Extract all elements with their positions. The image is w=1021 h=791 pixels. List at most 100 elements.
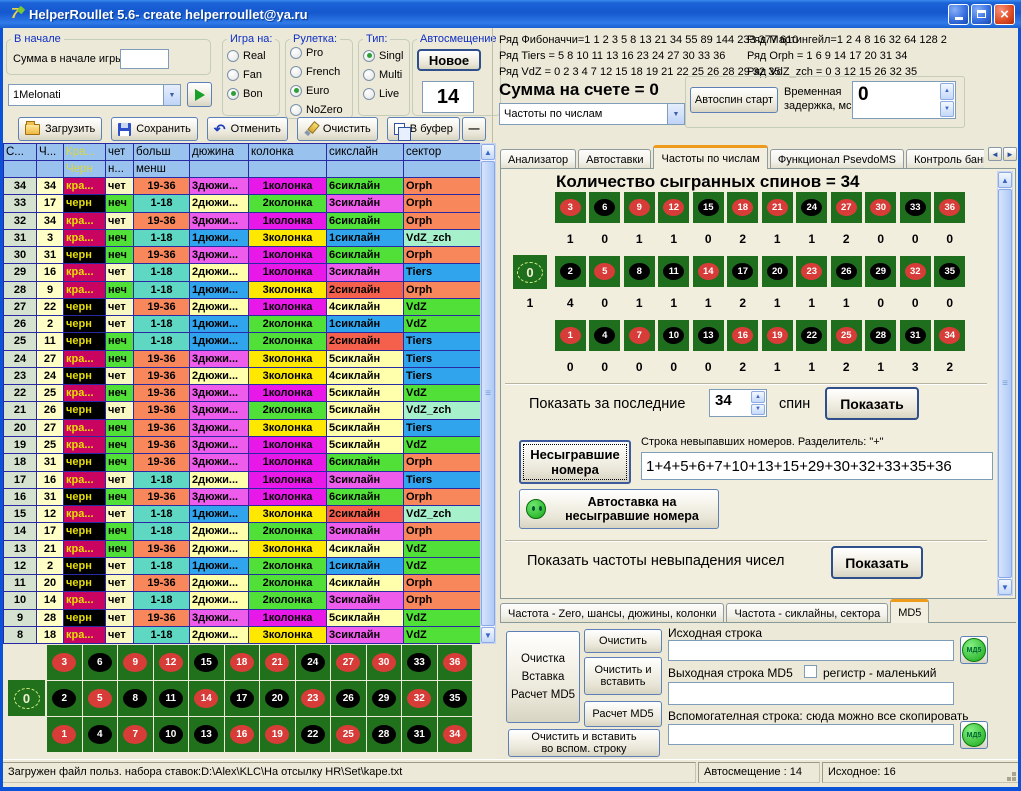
board-number-32[interactable]: 32 (402, 681, 437, 716)
radio-singl[interactable]: Singl (363, 47, 409, 64)
board-number-2[interactable]: 2 (47, 681, 82, 716)
missed-numbers-field[interactable] (641, 452, 993, 480)
board-number-18[interactable]: 18 (225, 645, 260, 680)
board-number-31[interactable]: 31 (402, 717, 437, 752)
analysis-tab-2[interactable]: Частоты по числам (653, 145, 767, 169)
toolbar-brush-button[interactable]: Очистить (297, 117, 378, 141)
board-number-20[interactable]: 20 (260, 681, 295, 716)
radio-real[interactable]: Real (227, 47, 279, 64)
board-number-9[interactable]: 9 (118, 645, 153, 680)
autobet-missed-button[interactable]: Автоставка на несыгравшие номера (519, 489, 719, 529)
board-number-4[interactable]: 4 (83, 717, 118, 752)
calc-md5-button[interactable]: Расчет MD5 (584, 701, 662, 727)
analysis-tab-3[interactable]: Функционал PsevdoMS (770, 149, 904, 169)
scroll-down-button[interactable] (998, 579, 1012, 595)
bottom-tab-2[interactable]: MD5 (890, 599, 929, 623)
board-number-36[interactable]: 36 (438, 645, 473, 680)
board-number-3[interactable]: 3 (47, 645, 82, 680)
radio-nozero[interactable]: NoZero (290, 101, 352, 118)
md5-calc-icon-button[interactable] (960, 636, 988, 664)
chevron-down-icon[interactable] (667, 104, 684, 124)
radio-euro[interactable]: Euro (290, 82, 352, 99)
board-number-17[interactable]: 17 (225, 681, 260, 716)
board-number-34[interactable]: 34 (438, 717, 473, 752)
missed-numbers-button[interactable]: Несыгравшие номера (519, 440, 631, 484)
tab-scroll-right-icon[interactable]: ► (1003, 147, 1017, 161)
table-scrollbar[interactable] (480, 143, 496, 644)
board-number-15[interactable]: 15 (189, 645, 224, 680)
radio-fan[interactable]: Fan (227, 66, 279, 83)
board-number-28[interactable]: 28 (367, 717, 402, 752)
scrollbar-thumb[interactable] (998, 189, 1012, 578)
board-number-19[interactable]: 19 (260, 717, 295, 752)
board-number-6[interactable]: 6 (83, 645, 118, 680)
clear-paste-button[interactable]: Очистить и вставить (584, 657, 662, 695)
board-number-8[interactable]: 8 (118, 681, 153, 716)
clear-button[interactable]: Очистить (584, 629, 662, 653)
board-number-29[interactable]: 29 (367, 681, 402, 716)
new-button[interactable]: Новое (417, 49, 481, 71)
spinner-up-icon[interactable] (940, 83, 954, 100)
register-checkbox[interactable] (804, 665, 817, 678)
collapse-button[interactable]: — (462, 117, 486, 141)
bottom-tab-0[interactable]: Частота - Zero, шансы, дюжины, колонки (500, 603, 724, 623)
autospin-start-button[interactable]: Автоспин старт (690, 87, 778, 113)
scrollbar-thumb[interactable] (481, 161, 495, 626)
bottom-tab-1[interactable]: Частота - сиклайны, сектора (726, 603, 888, 623)
radio-multi[interactable]: Multi (363, 66, 409, 83)
output-string-field[interactable] (668, 682, 954, 705)
show-missing-freq-button[interactable]: Показать (831, 546, 923, 579)
board-number-16[interactable]: 16 (225, 717, 260, 752)
analysis-tab-0[interactable]: Анализатор (500, 149, 576, 169)
start-sum-input[interactable] (120, 49, 169, 69)
spinner-down-icon[interactable] (751, 404, 765, 416)
radio-pro[interactable]: Pro (290, 44, 352, 61)
radio-live[interactable]: Live (363, 85, 409, 102)
play-button[interactable] (187, 82, 212, 107)
show-button[interactable]: Показать (825, 387, 919, 420)
board-number-25[interactable]: 25 (331, 717, 366, 752)
scroll-down-button[interactable] (481, 627, 495, 643)
delay-spinner[interactable]: 0 (852, 81, 956, 119)
chevron-down-icon[interactable] (163, 85, 180, 105)
close-button[interactable] (994, 4, 1015, 25)
board-number-14[interactable]: 14 (189, 681, 224, 716)
board-number-24[interactable]: 24 (296, 645, 331, 680)
minimize-button[interactable] (948, 4, 969, 25)
preset-combo[interactable]: 1Melonati (8, 84, 181, 106)
board-number-35[interactable]: 35 (438, 681, 473, 716)
source-string-field[interactable] (668, 640, 954, 661)
board-number-22[interactable]: 22 (296, 717, 331, 752)
toolbar-open-folder-button[interactable]: Загрузить (18, 117, 102, 141)
toolbar-undo-button[interactable]: Отменить (207, 117, 288, 141)
board-number-10[interactable]: 10 (154, 717, 189, 752)
tab-scroll-left-icon[interactable]: ◄ (988, 147, 1002, 161)
board-number-12[interactable]: 12 (154, 645, 189, 680)
radio-bon[interactable]: Bon (227, 85, 279, 102)
scroll-up-button[interactable] (998, 172, 1012, 188)
board-number-27[interactable]: 27 (331, 645, 366, 680)
maximize-button[interactable] (971, 4, 992, 25)
scroll-up-button[interactable] (481, 144, 495, 160)
board-number-11[interactable]: 11 (154, 681, 189, 716)
board-number-1[interactable]: 1 (47, 717, 82, 752)
board-number-21[interactable]: 21 (260, 645, 295, 680)
panel-scrollbar[interactable] (997, 171, 1013, 596)
board-number-5[interactable]: 5 (83, 681, 118, 716)
aux-string-field[interactable] (668, 724, 954, 745)
board-number-23[interactable]: 23 (296, 681, 331, 716)
spinner-down-icon[interactable] (940, 101, 954, 118)
board-number-26[interactable]: 26 (331, 681, 366, 716)
analysis-tab-4[interactable]: Контроль банкро (906, 149, 984, 169)
analysis-tab-1[interactable]: Автоставки (578, 149, 651, 169)
board-number-30[interactable]: 30 (367, 645, 402, 680)
clear-paste-aux-button[interactable]: Очистить и вставить во вспом. строку (508, 729, 660, 757)
board-number-13[interactable]: 13 (189, 717, 224, 752)
resize-grip[interactable] (1012, 777, 1016, 781)
board-number-7[interactable]: 7 (118, 717, 153, 752)
toolbar-save-floppy-button[interactable]: Сохранить (111, 117, 198, 141)
toolbar-copy-button[interactable]: В буфер (387, 117, 460, 141)
md5-main-button[interactable]: Очистка Вставка Расчет MD5 (506, 631, 580, 723)
md5-aux-icon-button[interactable] (960, 721, 988, 749)
radio-french[interactable]: French (290, 63, 352, 80)
